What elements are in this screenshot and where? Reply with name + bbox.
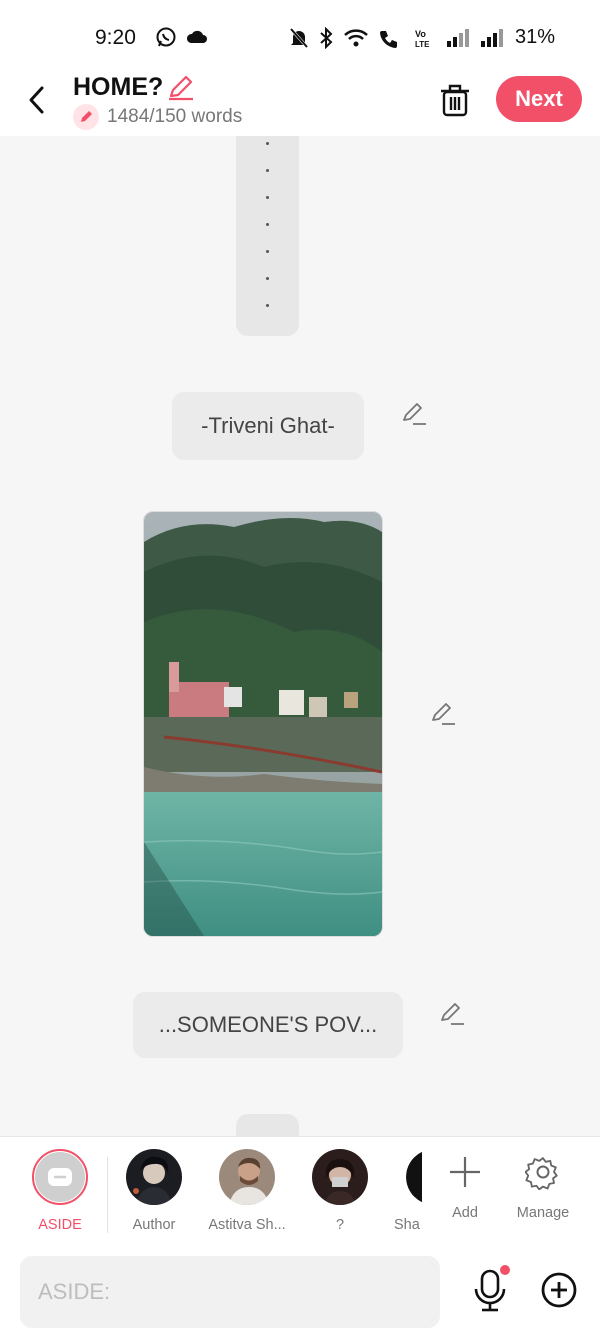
trash-icon xyxy=(441,84,469,117)
svg-text:Vo: Vo xyxy=(415,29,426,39)
status-bar: 9:20 Vo LTE 31% xyxy=(0,0,600,76)
avatar xyxy=(219,1149,275,1205)
chevron-left-icon xyxy=(29,86,44,114)
status-left-icons xyxy=(155,26,209,48)
pov-bubble[interactable]: ...SOMEONE'S POV... xyxy=(133,992,403,1058)
next-button[interactable]: Next xyxy=(496,76,582,122)
status-time: 9:20 xyxy=(95,26,136,49)
microphone-button[interactable] xyxy=(470,1265,510,1317)
svg-text:LTE: LTE xyxy=(415,40,430,49)
notification-dot xyxy=(500,1265,510,1275)
signal-icon xyxy=(480,28,503,47)
word-count-row: 1484/150 words xyxy=(73,104,242,130)
aside-input[interactable] xyxy=(20,1256,440,1328)
add-label: Add xyxy=(452,1205,478,1221)
character-label: ? xyxy=(335,1217,345,1233)
pencil-icon xyxy=(441,1003,464,1025)
back-button[interactable] xyxy=(20,80,54,120)
delete-button[interactable] xyxy=(437,80,473,120)
edit-pov-button[interactable] xyxy=(438,1000,466,1028)
manage-characters-button[interactable]: Manage xyxy=(498,1149,588,1221)
wifi-call-icon xyxy=(379,30,397,48)
add-content-button[interactable] xyxy=(538,1269,580,1311)
battery-percentage: 31% xyxy=(514,26,555,48)
manage-label: Manage xyxy=(516,1205,570,1221)
character-aside[interactable]: ASIDE xyxy=(15,1149,105,1233)
app-bar: HOME? 1484/150 words Next xyxy=(0,73,600,136)
pencil-icon xyxy=(432,703,455,725)
wifi-icon xyxy=(344,28,368,46)
aside-speech-icon xyxy=(48,1168,72,1186)
edit-title-button[interactable] xyxy=(166,72,196,102)
divider xyxy=(107,1157,108,1233)
character-sha[interactable]: Sha xyxy=(382,1149,422,1233)
cloud-icon xyxy=(186,30,207,43)
character-label: Author xyxy=(132,1217,176,1233)
pencil-icon xyxy=(169,75,193,101)
next-bubble-partial[interactable] xyxy=(236,1114,299,1136)
signal-icon xyxy=(446,28,469,47)
character-label: Sha xyxy=(394,1217,420,1233)
edit-image-button[interactable] xyxy=(429,700,457,728)
composer xyxy=(0,1245,600,1340)
volte-icon: VoLTE xyxy=(415,29,430,49)
plus-icon xyxy=(450,1157,480,1187)
microphone-icon xyxy=(474,1269,506,1312)
astitva-avatar-image xyxy=(219,1149,275,1205)
add-character-button[interactable]: Add xyxy=(420,1149,510,1221)
avatar xyxy=(312,1149,368,1205)
author-avatar-image xyxy=(126,1149,182,1205)
bluetooth-icon xyxy=(320,26,333,49)
character-label: ASIDE xyxy=(38,1217,82,1233)
river-landscape-image xyxy=(144,512,382,936)
story-content[interactable]: -Triveni Ghat- ...SOMEONE'S POV... xyxy=(0,136,600,1136)
word-count-badge xyxy=(73,104,99,130)
unknown-avatar-image xyxy=(312,1149,368,1205)
plus-circle-icon xyxy=(541,1272,577,1308)
character-label: Astitva Sh... xyxy=(208,1217,286,1233)
character-astitva[interactable]: Astitva Sh... xyxy=(202,1149,292,1233)
story-title: HOME? xyxy=(73,73,164,101)
character-author[interactable]: Author xyxy=(109,1149,199,1233)
pencil-icon xyxy=(403,403,426,425)
status-right-icons: Vo LTE 31% xyxy=(289,26,555,49)
mute-icon xyxy=(289,27,309,48)
word-count: 1484/150 words xyxy=(107,106,243,127)
character-selector: ASIDE Author Astitva Sh... ? Sha Add Man… xyxy=(0,1136,600,1246)
character-unknown[interactable]: ? xyxy=(295,1149,385,1233)
whatsapp-icon xyxy=(156,27,176,47)
gear-icon xyxy=(525,1157,558,1190)
story-image[interactable] xyxy=(143,511,383,937)
pencil-icon xyxy=(81,111,92,122)
ellipsis-bubble[interactable] xyxy=(236,136,299,336)
avatar xyxy=(126,1149,182,1205)
edit-scene-button[interactable] xyxy=(400,400,428,428)
scene-bubble[interactable]: -Triveni Ghat- xyxy=(172,392,364,460)
avatar xyxy=(32,1149,88,1205)
